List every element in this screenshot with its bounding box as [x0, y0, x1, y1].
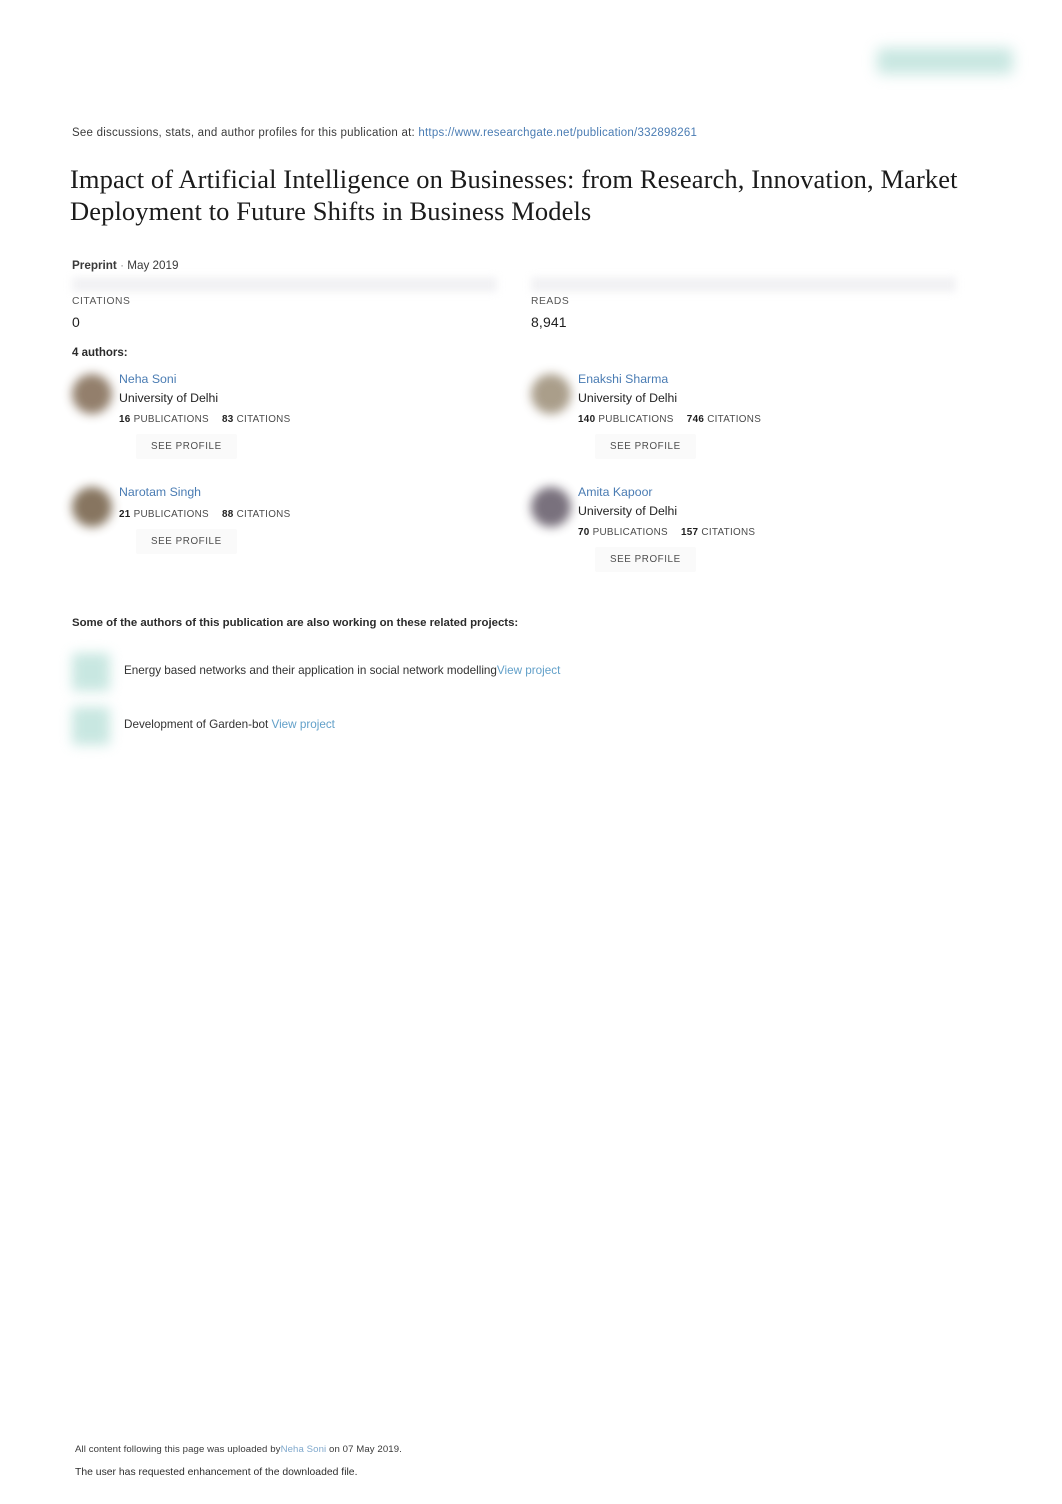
- citations-label: CITATIONS: [701, 526, 756, 538]
- publication-date: May 2019: [127, 259, 179, 272]
- researchgate-logo[interactable]: [877, 48, 1013, 74]
- reads-label: READS: [531, 296, 570, 307]
- author-name-link[interactable]: Amita Kapoor: [578, 485, 971, 500]
- citations-label: CITATIONS: [707, 413, 762, 425]
- see-profile-button[interactable]: SEE PROFILE: [136, 528, 237, 554]
- author-metrics: 16 PUBLICATIONS 83 CITATIONS: [119, 414, 512, 425]
- publication-type-date: Preprint · May 2019: [72, 259, 179, 272]
- enhancement-note: The user has requested enhancement of th…: [75, 1467, 358, 1478]
- author-citations-count: 83: [221, 413, 234, 425]
- publication-separator: ·: [120, 259, 124, 272]
- author-publications-count: 140: [578, 413, 596, 425]
- author-citations-count: 746: [686, 413, 705, 425]
- upload-credit-line: All content following this page was uplo…: [75, 1444, 402, 1455]
- see-profile-button[interactable]: SEE PROFILE: [136, 433, 237, 459]
- project-text: Energy based networks and their applicat…: [124, 664, 560, 677]
- see-profile-button[interactable]: SEE PROFILE: [595, 433, 696, 459]
- publications-label: PUBLICATIONS: [133, 413, 209, 425]
- citations-label: CITATIONS: [236, 508, 291, 520]
- author-affiliation: University of Delhi: [578, 503, 678, 518]
- reads-stat: READS 8,941: [531, 296, 569, 330]
- author-publications-count: 16: [119, 413, 131, 425]
- project-row: Development of Garden-bot View project: [72, 707, 772, 745]
- author-metrics: 21 PUBLICATIONS 88 CITATIONS: [119, 509, 512, 520]
- publications-label: PUBLICATIONS: [592, 526, 668, 538]
- author-card: Narotam Singh 21 PUBLICATIONS 88 CITATIO…: [72, 485, 512, 554]
- uploader-link[interactable]: Neha Soni: [281, 1444, 327, 1455]
- publication-cover-page: See discussions, stats, and author profi…: [0, 0, 1062, 1504]
- project-thumbnail-icon: [72, 653, 110, 691]
- author-card: Neha Soni University of Delhi 16 PUBLICA…: [72, 372, 512, 459]
- project-title: Development of Garden-bot: [124, 718, 269, 731]
- author-citations-count: 157: [680, 526, 699, 538]
- author-affiliation: University of Delhi: [578, 390, 678, 405]
- upload-prefix: All content following this page was uplo…: [75, 1444, 281, 1455]
- authors-heading: 4 authors:: [72, 347, 128, 359]
- citations-value: 0: [72, 314, 80, 330]
- citations-label: CITATIONS: [236, 413, 291, 425]
- reads-bar-redaction: [531, 277, 956, 292]
- reads-value: 8,941: [531, 314, 567, 330]
- related-projects-heading: Some of the authors of this publication …: [72, 617, 519, 629]
- project-title: Energy based networks and their applicat…: [124, 664, 497, 677]
- author-name-link[interactable]: Narotam Singh: [119, 485, 512, 500]
- author-name-link[interactable]: Neha Soni: [119, 372, 512, 387]
- view-project-link[interactable]: View project: [271, 718, 334, 731]
- avatar[interactable]: [531, 374, 571, 414]
- project-row: Energy based networks and their applicat…: [72, 653, 772, 691]
- avatar[interactable]: [72, 487, 112, 527]
- publication-type: Preprint: [72, 259, 117, 272]
- publications-label: PUBLICATIONS: [133, 508, 209, 520]
- avatar[interactable]: [531, 487, 571, 527]
- view-project-link[interactable]: View project: [497, 664, 560, 677]
- citations-stat: CITATIONS 0: [72, 296, 131, 330]
- author-citations-count: 88: [221, 508, 234, 520]
- author-card: Enakshi Sharma University of Delhi 140 P…: [531, 372, 971, 459]
- project-text: Development of Garden-bot View project: [124, 718, 335, 731]
- see-discussions-line: See discussions, stats, and author profi…: [72, 127, 697, 139]
- publication-url-link[interactable]: https://www.researchgate.net/publication…: [418, 127, 697, 139]
- citations-bar-redaction: [72, 277, 497, 292]
- author-publications-count: 21: [119, 508, 131, 520]
- publications-label: PUBLICATIONS: [598, 413, 674, 425]
- avatar[interactable]: [72, 374, 112, 414]
- author-metrics: 70 PUBLICATIONS 157 CITATIONS: [578, 527, 971, 538]
- upload-suffix: on 07 May 2019.: [326, 1444, 402, 1455]
- project-thumbnail-icon: [72, 707, 110, 745]
- citations-label: CITATIONS: [72, 296, 131, 307]
- author-metrics: 140 PUBLICATIONS 746 CITATIONS: [578, 414, 971, 425]
- author-name-link[interactable]: Enakshi Sharma: [578, 372, 971, 387]
- author-card: Amita Kapoor University of Delhi 70 PUBL…: [531, 485, 971, 572]
- author-affiliation: University of Delhi: [119, 390, 219, 405]
- see-profile-button[interactable]: SEE PROFILE: [595, 546, 696, 572]
- page-title: Impact of Artificial Intelligence on Bus…: [70, 164, 958, 227]
- see-discussions-text: See discussions, stats, and author profi…: [72, 127, 415, 139]
- author-publications-count: 70: [578, 526, 590, 538]
